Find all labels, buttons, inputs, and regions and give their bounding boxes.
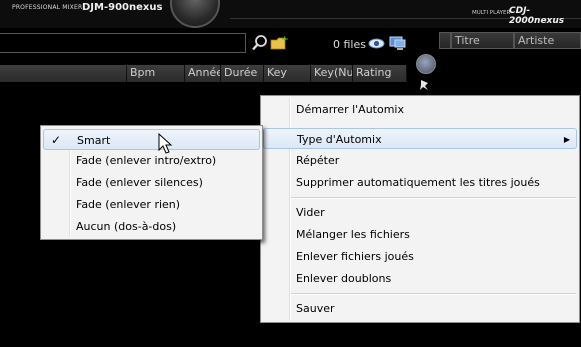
mouse-cursor-icon <box>158 133 173 154</box>
submenu-item-label: Smart <box>77 134 111 147</box>
automix-globe-icon[interactable] <box>416 54 436 74</box>
menu-item-start-automix[interactable]: Démarrer l'Automix <box>263 99 577 120</box>
app-header: PROFESSIONAL MIXER DJM-900nexus MULTI PL… <box>0 0 581 28</box>
column-header-artiste[interactable]: Artiste <box>514 32 581 49</box>
menu-item-shuffle[interactable]: Mélanger les fichiers <box>263 224 577 245</box>
menu-item-clear[interactable]: Vider <box>263 202 577 223</box>
svg-text:+: + <box>281 35 288 45</box>
menu-item-automix-type[interactable]: Type d'Automix ▶ <box>263 128 577 149</box>
submenu-item-fade-intro-extro[interactable]: Fade (enlever intro/extro) <box>43 150 260 171</box>
menu-item-auto-remove-played[interactable]: Supprimer automatiquement les titres jou… <box>263 172 577 193</box>
column-header-key-num[interactable]: Key(Num) <box>311 65 353 82</box>
submenu-item-fade-none[interactable]: Fade (enlever rien) <box>43 194 260 215</box>
menu-separator <box>291 197 576 199</box>
column-header-bpm[interactable]: Bpm <box>127 65 185 82</box>
files-count: 0 files <box>333 38 366 51</box>
submenu-arrow-icon: ▶ <box>563 135 570 144</box>
sideview-column-header: Titre Artiste <box>439 32 581 50</box>
mixer-model-label: DJM-900nexus <box>82 2 163 13</box>
automix-type-submenu: ✓ Smart Fade (enlever intro/extro) Fade … <box>40 125 263 240</box>
submenu-item-smart[interactable]: ✓ Smart <box>43 129 260 150</box>
menu-separator <box>291 293 576 295</box>
player-brand-label: MULTI PLAYER <box>472 10 511 16</box>
player-model-label: CDJ-2000nexus <box>509 6 565 26</box>
menu-item-label: Type d'Automix <box>297 133 382 146</box>
menu-item-repeat[interactable]: Répéter <box>263 150 577 171</box>
submenu-item-back-to-back[interactable]: Aucun (dos-à-dos) <box>43 216 260 237</box>
browser-column-header: Bpm Année Durée Key Key(Num) Rating <box>0 65 407 82</box>
automix-context-menu: Démarrer l'Automix Type d'Automix ▶ Répé… <box>260 95 580 323</box>
column-header-titre[interactable]: Titre <box>451 32 514 49</box>
submenu-item-fade-silences[interactable]: Fade (enlever silences) <box>43 172 260 193</box>
add-folder-icon[interactable]: + <box>270 35 288 51</box>
column-header-blank[interactable] <box>439 32 451 49</box>
column-header-title[interactable] <box>0 65 127 82</box>
menu-item-remove-duplicates[interactable]: Enlever doublons <box>263 268 577 289</box>
checkmark-icon: ✓ <box>51 133 62 147</box>
mixer-brand-label: PROFESSIONAL MIXER <box>12 4 83 11</box>
column-header-year[interactable]: Année <box>185 65 221 82</box>
column-header-duration[interactable]: Durée <box>221 65 264 82</box>
search-input[interactable] <box>0 33 246 53</box>
column-header-key[interactable]: Key <box>264 65 311 82</box>
menu-item-remove-played[interactable]: Enlever fichiers joués <box>263 246 577 267</box>
search-icon[interactable] <box>251 34 269 52</box>
jog-wheel-icon <box>170 0 220 28</box>
column-header-rating[interactable]: Rating <box>353 65 407 82</box>
eye-icon[interactable] <box>368 36 385 51</box>
menu-item-save[interactable]: Sauver <box>263 298 577 319</box>
pin-icon[interactable] <box>418 78 432 92</box>
monitor-icon[interactable] <box>389 36 406 51</box>
